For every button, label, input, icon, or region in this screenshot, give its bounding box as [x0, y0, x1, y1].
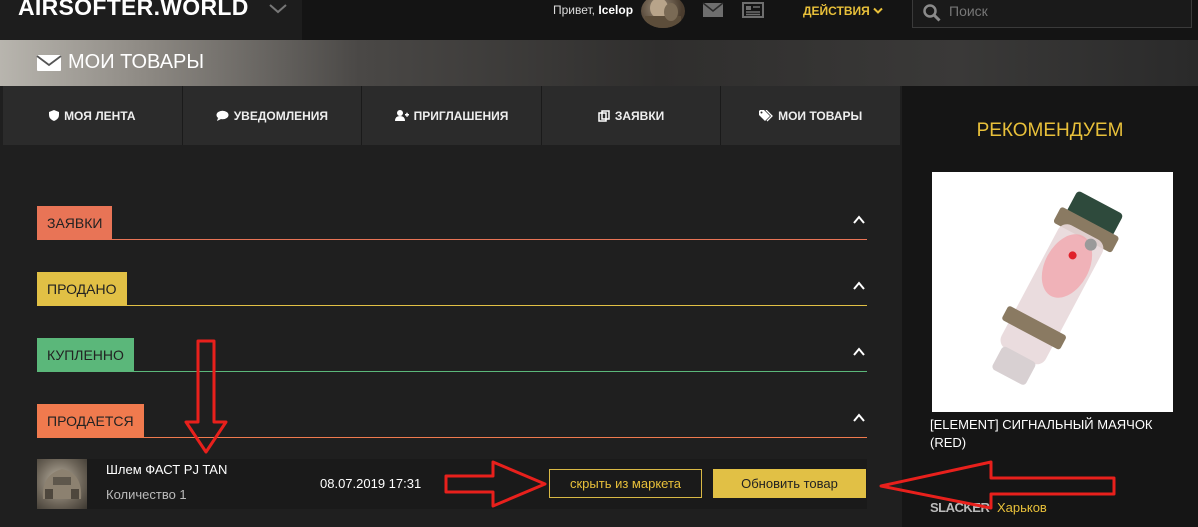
- product-quantity: Количество 1: [106, 487, 187, 502]
- copy-icon: [598, 109, 610, 122]
- search-box: [912, 0, 1192, 28]
- section-on-sale[interactable]: ПРОДАЕТСЯ: [37, 404, 867, 438]
- page-title-text: МОИ ТОВАРЫ: [68, 51, 205, 73]
- tab-invitations[interactable]: ПРИГЛАШЕНИЯ: [362, 86, 542, 145]
- section-label: ПРОДАЕТСЯ: [37, 404, 144, 438]
- hide-from-market-button[interactable]: скрыть из маркета: [549, 469, 702, 498]
- mail-icon[interactable]: [702, 2, 724, 23]
- product-name[interactable]: Шлем ФАСТ PJ TAN: [106, 462, 227, 477]
- profile-tabs: МОЯ ЛЕНТА УВЕДОМЛЕНИЯ ПРИГЛАШЕНИЯ ЗАЯВКИ…: [3, 86, 900, 145]
- section-divider: [37, 437, 867, 438]
- page-title: МОИ ТОВАРЫ: [36, 51, 204, 74]
- section-label: ПРОДАНО: [37, 272, 127, 306]
- section-divider: [37, 239, 867, 240]
- recommended-sidebar: РЕКОМЕНДУЕМ [ELEMENT] СИГНАЛЬНЫЙ МАЯЧОК …: [902, 86, 1198, 527]
- actions-menu[interactable]: ДЕЙСТВИЯ: [803, 4, 883, 18]
- page-banner: МОИ ТОВАРЫ: [0, 40, 1198, 86]
- envelope-icon: [36, 54, 62, 71]
- seller-city: Харьков: [996, 500, 1047, 515]
- section-requests[interactable]: ЗАЯВКИ: [37, 206, 867, 240]
- chevron-down-icon: [873, 4, 883, 18]
- tab-label: УВЕДОМЛЕНИЯ: [233, 108, 329, 123]
- chevron-down-icon[interactable]: [268, 2, 288, 20]
- chat-icon: [216, 110, 229, 121]
- chevron-up-icon[interactable]: [853, 215, 865, 225]
- section-label: КУПЛЕННО: [37, 338, 134, 372]
- tab-notifications[interactable]: УВЕДОМЛЕНИЯ: [183, 86, 363, 145]
- tab-label: МОЯ ЛЕНТА: [64, 108, 136, 123]
- recommended-product-name[interactable]: [ELEMENT] СИГНАЛЬНЫЙ МАЯЧОК (RED): [930, 416, 1190, 452]
- actions-label: ДЕЙСТВИЯ: [803, 4, 870, 18]
- recommended-product-image[interactable]: [932, 172, 1173, 412]
- tab-my-feed[interactable]: МОЯ ЛЕНТА: [3, 86, 183, 145]
- tab-my-goods[interactable]: МОИ ТОВАРЫ: [721, 86, 900, 145]
- recommended-seller: SLACKER Харьков: [930, 500, 1047, 515]
- product-row: Шлем ФАСТ PJ TAN Количество 1 08.07.2019…: [37, 459, 867, 509]
- product-thumbnail[interactable]: [37, 459, 87, 509]
- username[interactable]: Icelop: [598, 3, 633, 17]
- section-bought[interactable]: КУПЛЕННО: [37, 338, 867, 372]
- section-label: ЗАЯВКИ: [37, 206, 113, 240]
- tab-label: МОИ ТОВАРЫ: [778, 108, 863, 123]
- seller-name[interactable]: SLACKER: [930, 500, 990, 515]
- logo-area: AIRSOFTER.WORLD: [0, 0, 302, 40]
- search-input[interactable]: [949, 3, 1179, 19]
- section-sold[interactable]: ПРОДАНО: [37, 272, 867, 306]
- tags-icon: [759, 109, 774, 121]
- chevron-up-icon[interactable]: [853, 281, 865, 291]
- tab-requests[interactable]: ЗАЯВКИ: [542, 86, 722, 145]
- update-product-button[interactable]: Обновить товар: [713, 469, 866, 498]
- site-logo[interactable]: AIRSOFTER.WORLD: [18, 0, 249, 21]
- avatar[interactable]: [641, 0, 685, 28]
- top-bar: AIRSOFTER.WORLD Привет, Icelop ДЕЙСТВИЯ: [0, 0, 1198, 40]
- tab-label: ЗАЯВКИ: [614, 108, 665, 123]
- shield-icon: [49, 110, 60, 121]
- section-divider: [37, 305, 867, 306]
- chevron-up-icon[interactable]: [853, 347, 865, 357]
- recommended-title: РЕКОМЕНДУЕМ: [976, 120, 1124, 141]
- search-icon[interactable]: [923, 4, 941, 22]
- user-plus-icon: [394, 110, 409, 121]
- user-greeting: Привет, Icelop: [553, 3, 633, 17]
- product-date: 08.07.2019 17:31: [320, 476, 422, 491]
- tab-label: ПРИГЛАШЕНИЯ: [413, 108, 509, 123]
- greeting-text: Привет,: [553, 3, 596, 17]
- chevron-up-icon[interactable]: [853, 413, 865, 423]
- section-divider: [37, 371, 867, 372]
- newspaper-icon[interactable]: [742, 1, 764, 24]
